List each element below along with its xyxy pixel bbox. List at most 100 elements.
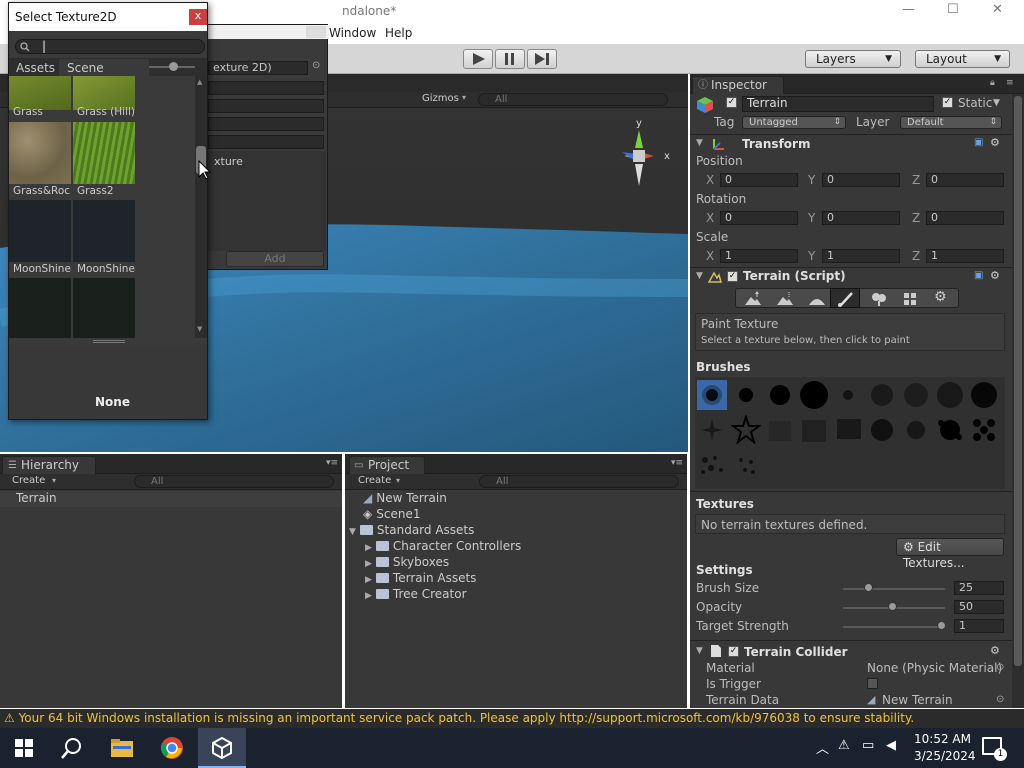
foldout-open-icon[interactable]: ▼	[696, 271, 703, 281]
project-search-input[interactable]: All	[479, 475, 679, 488]
picker-search-input[interactable]: |	[15, 39, 205, 54]
brush-splat[interactable]	[935, 415, 965, 445]
unity-taskbar-button[interactable]	[198, 728, 246, 768]
brush-noise-4[interactable]	[969, 380, 999, 410]
lock-icon[interactable]: 🔒︎	[990, 78, 995, 88]
scale-x-field[interactable]: 1	[720, 249, 798, 263]
expand-open-icon[interactable]: ▼	[349, 527, 356, 537]
edit-textures-button[interactable]: ⚙ Edit Textures...	[896, 538, 1004, 570]
gear-icon[interactable]: ⚙	[990, 136, 1000, 149]
menu-help[interactable]: Help	[385, 26, 412, 40]
paint-texture-tool-selected[interactable]	[830, 288, 860, 308]
volume-icon[interactable]: ◀︎	[886, 738, 896, 753]
scroll-up-icon[interactable]: ▲	[197, 78, 202, 86]
expand-closed-icon[interactable]: ▶	[365, 559, 372, 569]
brush-dots[interactable]	[969, 415, 999, 445]
opacity-knob[interactable]	[888, 602, 897, 611]
rotation-y-field[interactable]: 0	[822, 211, 900, 225]
dialog-field-1[interactable]	[208, 81, 324, 95]
project-folder-skyboxes[interactable]: ▶ Skyboxes	[365, 555, 449, 569]
status-bar[interactable]: ⚠ Your 64 bit Windows installation is mi…	[0, 709, 1024, 728]
chevron-down-icon[interactable]: ▼	[993, 98, 1000, 108]
tag-dropdown[interactable]: Untagged ⇕	[742, 116, 846, 129]
brush-size-knob[interactable]	[863, 583, 873, 592]
texture-thumb-moonshine-1[interactable]	[9, 200, 71, 262]
object-name-field[interactable]: Terrain	[742, 96, 934, 112]
brush-round-large[interactable]	[799, 380, 829, 410]
brush-size-field[interactable]: 25	[954, 581, 1004, 595]
expand-closed-icon[interactable]: ▶	[365, 543, 372, 553]
project-folder-character-controllers[interactable]: ▶ Character Controllers	[365, 539, 521, 553]
texture-thumb-moonshine-2[interactable]	[73, 200, 135, 262]
dialog-field-3[interactable]	[208, 117, 324, 131]
terrain-enabled-checkbox[interactable]: ✓	[727, 271, 738, 282]
axis-gizmo-icon[interactable]: y x	[606, 116, 676, 192]
search-icon[interactable]	[60, 737, 84, 761]
play-button[interactable]	[463, 49, 493, 69]
project-item-standard-assets[interactable]: ▼ Standard Assets	[349, 523, 474, 537]
texture-thumb-grass-rock[interactable]	[9, 122, 71, 184]
chevron-up-icon[interactable]: ︿	[816, 738, 829, 757]
gizmos-dropdown[interactable]: Gizmos	[422, 93, 459, 104]
panel-menu-icon[interactable]: ▾≡	[671, 458, 683, 468]
layers-dropdown[interactable]: Layers ▼	[805, 50, 901, 68]
position-z-field[interactable]: 0	[926, 173, 1004, 187]
paint-details-icon[interactable]	[902, 291, 920, 307]
clock-time[interactable]: 10:52 AM	[914, 732, 971, 746]
scroll-down-icon[interactable]: ▼	[197, 325, 202, 333]
minimize-button[interactable]: —	[902, 2, 915, 17]
hierarchy-row-selected[interactable]: Terrain	[0, 491, 342, 507]
collider-enabled-checkbox[interactable]: ✓	[728, 646, 739, 657]
brush-grass-2[interactable]	[799, 415, 829, 445]
brush-round-medium[interactable]	[765, 380, 795, 410]
target-strength-slider[interactable]	[843, 626, 945, 628]
dialog-field-4[interactable]	[208, 135, 324, 149]
project-folder-terrain-assets[interactable]: ▶ Terrain Assets	[365, 571, 476, 585]
help-book-icon[interactable]: ▣	[974, 270, 983, 281]
project-item-scene1[interactable]: ◈ Scene1	[363, 507, 420, 521]
panel-menu-icon[interactable]: ▾≡	[326, 458, 338, 468]
scale-y-field[interactable]: 1	[822, 249, 900, 263]
opacity-field[interactable]: 50	[954, 600, 1004, 614]
brush-soft-round-selected[interactable]	[697, 380, 727, 410]
brush-scatter-2[interactable]	[731, 450, 761, 480]
panel-menu-icon[interactable]: ≡	[1006, 78, 1014, 88]
layout-dropdown[interactable]: Layout ▼	[915, 50, 1010, 68]
inspector-scrollbar-thumb[interactable]	[1014, 96, 1022, 666]
background-dialog-button[interactable]	[306, 26, 326, 38]
picker-scrollbar[interactable]: ▲ ▼	[195, 76, 207, 338]
tab-assets[interactable]: Assets	[16, 61, 55, 75]
texture-thumb-grass-hill[interactable]	[73, 76, 135, 110]
position-y-field[interactable]: 0	[822, 173, 900, 187]
scene-search-input[interactable]: All	[478, 93, 668, 106]
texture-thumb-grass[interactable]	[9, 76, 71, 110]
network-icon[interactable]: ▭	[862, 738, 874, 753]
brush-noise-2[interactable]	[901, 380, 931, 410]
file-explorer-icon[interactable]	[110, 738, 134, 758]
foldout-open-icon[interactable]: ▼	[696, 138, 703, 148]
brush-scatter-1[interactable]	[697, 450, 727, 480]
brush-sparkle[interactable]	[697, 415, 727, 445]
menu-window[interactable]: Window	[329, 26, 376, 40]
object-field[interactable]: exture 2D)	[208, 61, 308, 75]
place-trees-icon[interactable]	[870, 291, 888, 307]
tab-hierarchy[interactable]: ☰ Hierarchy	[2, 456, 96, 474]
smooth-height-icon[interactable]	[808, 291, 826, 307]
layer-dropdown[interactable]: Default ⇕	[900, 116, 1002, 129]
target-strength-knob[interactable]	[937, 621, 946, 630]
material-value[interactable]: None (Physic Material)	[867, 661, 1002, 675]
rotation-z-field[interactable]: 0	[926, 211, 1004, 225]
tab-project[interactable]: ▭ Project	[349, 456, 425, 474]
object-picker-icon[interactable]: ⊙	[312, 60, 320, 71]
is-trigger-checkbox[interactable]	[867, 678, 878, 689]
project-item-new-terrain[interactable]: ◢ New Terrain	[363, 491, 447, 505]
rotation-x-field[interactable]: 0	[720, 211, 798, 225]
inspector-scrollbar[interactable]	[1012, 94, 1024, 708]
scale-z-field[interactable]: 1	[926, 249, 1004, 263]
gear-icon[interactable]: ⚙	[990, 644, 1000, 657]
object-picker-icon[interactable]: ⊙	[996, 662, 1004, 673]
dialog-field-2[interactable]	[208, 99, 324, 113]
help-book-icon[interactable]: ▣	[974, 137, 983, 148]
static-checkbox[interactable]: ✓	[942, 97, 953, 108]
hierarchy-search-input[interactable]: All	[134, 475, 334, 488]
